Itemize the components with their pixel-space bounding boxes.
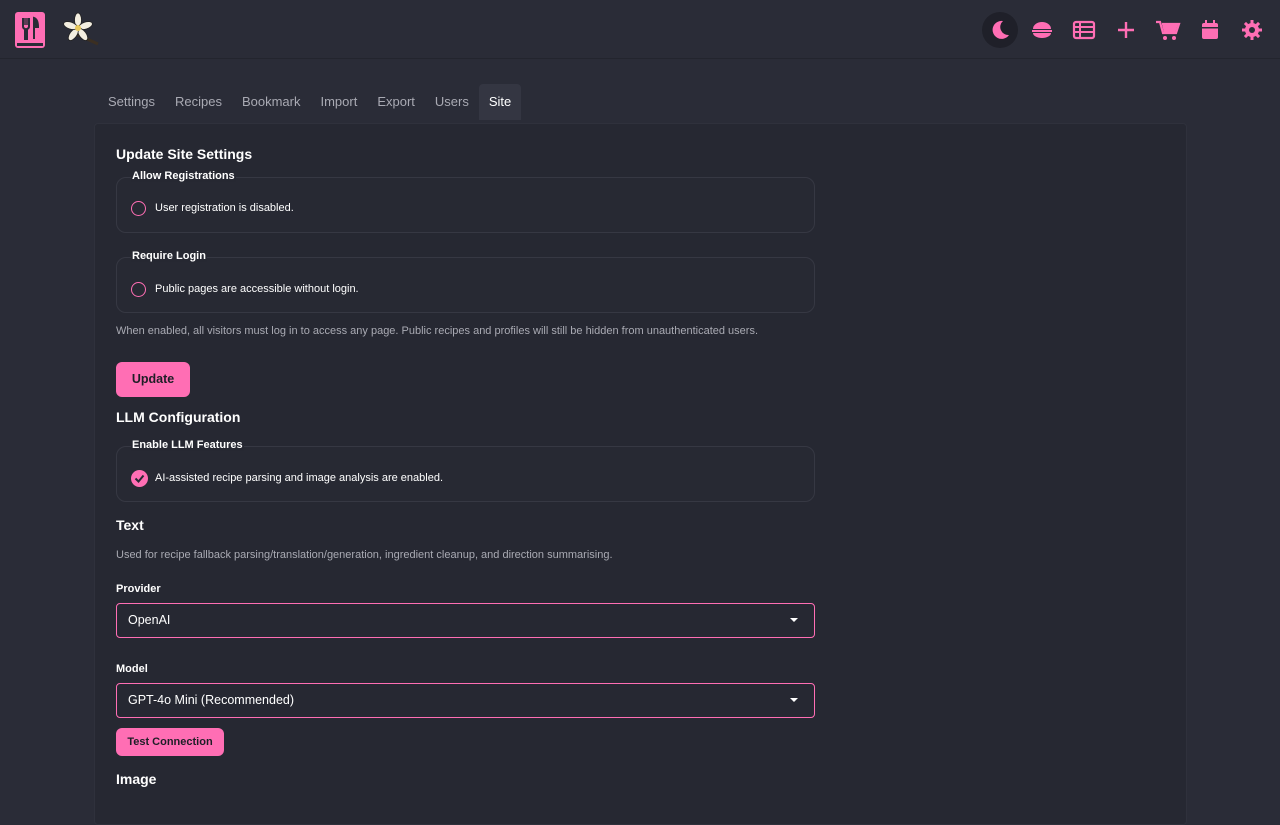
- chevron-down-icon: [790, 618, 798, 622]
- provider-label: Provider: [116, 583, 161, 595]
- enable-llm-label: AI-assisted recipe parsing and image ana…: [155, 472, 443, 484]
- tab-bookmark[interactable]: Bookmark: [232, 84, 311, 120]
- require-login-legend: Require Login: [131, 250, 207, 262]
- admin-tabs: Settings Recipes Bookmark Import Export …: [98, 84, 522, 120]
- table-icon[interactable]: [1066, 12, 1102, 48]
- calendar-icon[interactable]: [1192, 12, 1228, 48]
- require-login-label: Public pages are accessible without logi…: [155, 283, 359, 295]
- moon-icon[interactable]: [982, 12, 1018, 48]
- utensils-book-logo[interactable]: [15, 12, 45, 48]
- tab-recipes[interactable]: Recipes: [165, 84, 232, 120]
- bowl-icon[interactable]: [1024, 12, 1060, 48]
- provider-value: OpenAI: [128, 613, 171, 627]
- model-label: Model: [116, 663, 148, 675]
- provider-select[interactable]: OpenAI: [116, 603, 815, 638]
- allow-registrations-legend: Allow Registrations: [131, 170, 236, 182]
- require-login-toggle[interactable]: [131, 282, 146, 297]
- update-button[interactable]: Update: [116, 362, 190, 397]
- model-value: GPT-4o Mini (Recommended): [128, 693, 295, 707]
- plus-icon[interactable]: [1108, 12, 1144, 48]
- site-settings-title: Update Site Settings: [116, 146, 253, 162]
- tab-settings[interactable]: Settings: [98, 84, 165, 120]
- header-nav: [982, 12, 1270, 48]
- check-icon: [134, 474, 145, 483]
- text-section-title: Text: [116, 517, 144, 533]
- chevron-down-icon: [790, 698, 798, 702]
- top-bar: [0, 0, 1280, 59]
- tab-site[interactable]: Site: [478, 84, 522, 120]
- vanilla-flower-logo: [60, 12, 102, 48]
- text-section-help: Used for recipe fallback parsing/transla…: [116, 549, 613, 561]
- test-connection-button[interactable]: Test Connection: [116, 728, 224, 756]
- gear-icon[interactable]: [1234, 12, 1270, 48]
- tab-export[interactable]: Export: [367, 84, 425, 120]
- allow-registrations-toggle[interactable]: [131, 201, 146, 216]
- image-section-title: Image: [116, 771, 157, 787]
- allow-registrations-label: User registration is disabled.: [155, 202, 294, 214]
- enable-llm-toggle[interactable]: [131, 470, 148, 487]
- enable-llm-legend: Enable LLM Features: [131, 439, 244, 451]
- model-select[interactable]: GPT-4o Mini (Recommended): [116, 683, 815, 718]
- tab-users[interactable]: Users: [425, 84, 479, 120]
- cart-icon[interactable]: [1150, 12, 1186, 48]
- require-login-help: When enabled, all visitors must log in t…: [116, 325, 759, 337]
- llm-config-title: LLM Configuration: [116, 409, 241, 425]
- tab-import[interactable]: Import: [310, 84, 367, 120]
